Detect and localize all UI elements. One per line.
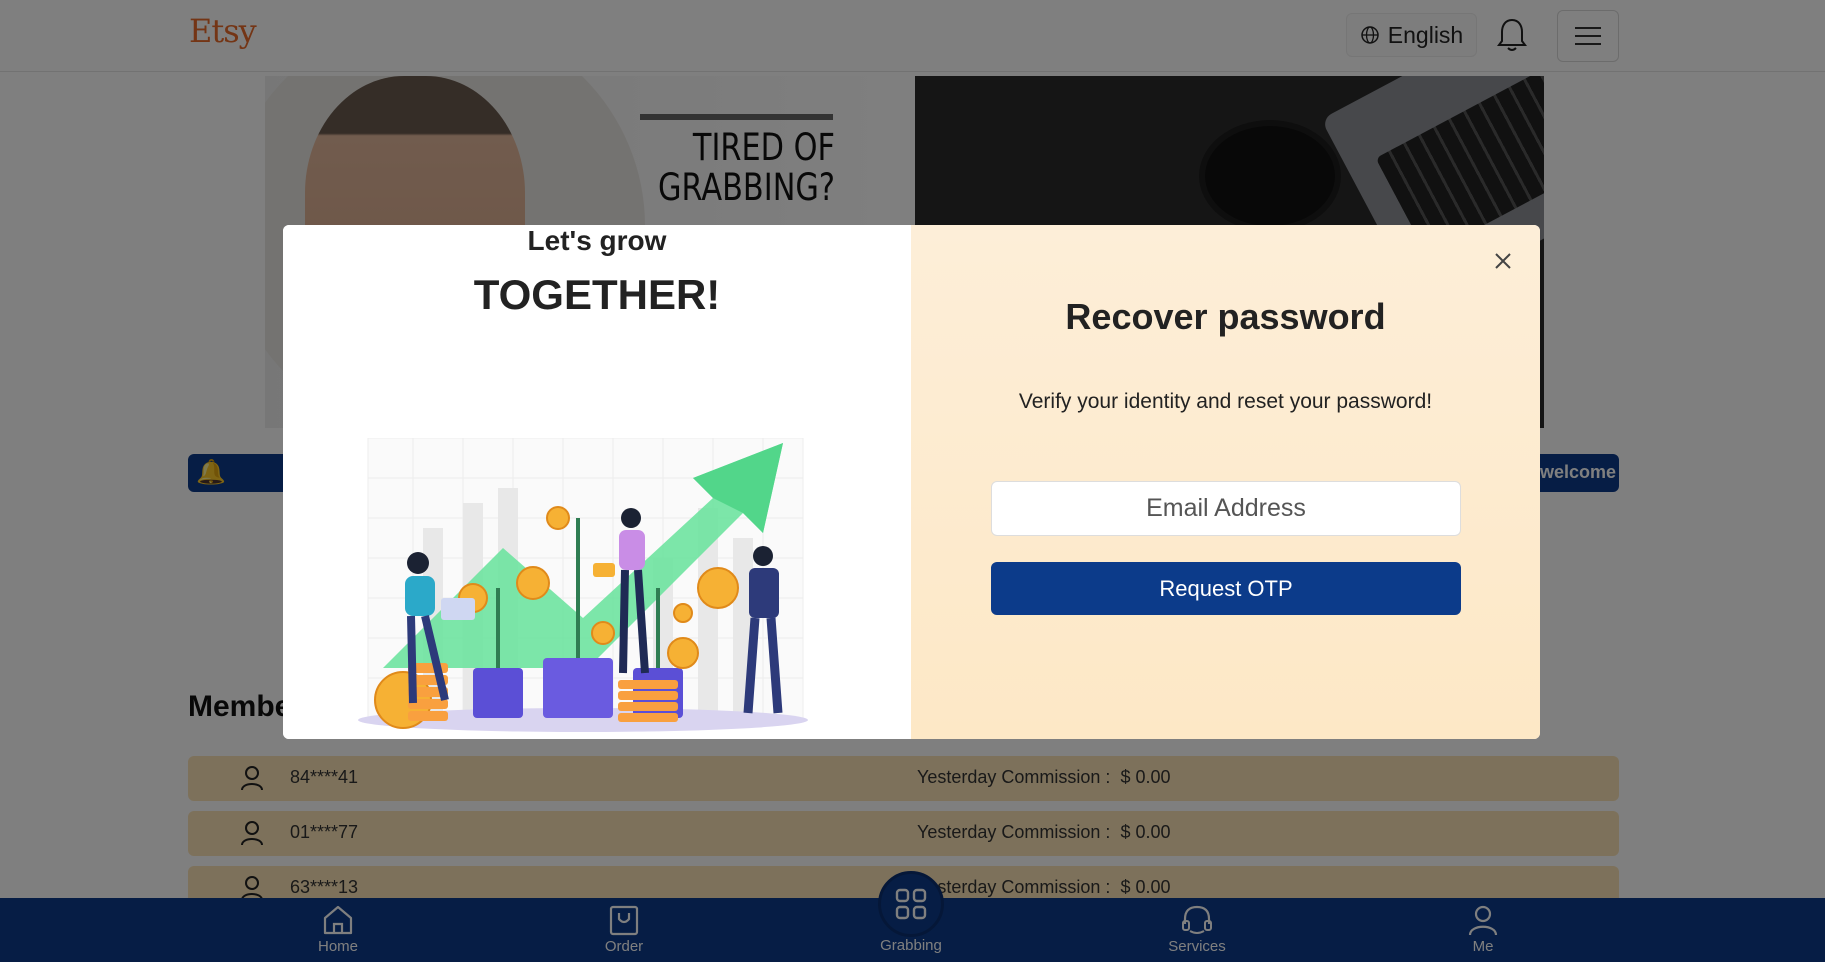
close-icon — [1495, 253, 1511, 269]
growth-illustration — [358, 438, 808, 732]
email-field[interactable] — [991, 481, 1461, 536]
request-otp-button[interactable]: Request OTP — [991, 562, 1461, 615]
close-button[interactable] — [1488, 246, 1518, 276]
promo-line-1: Let's grow — [527, 225, 667, 256]
modal-title: Recover password — [1065, 296, 1386, 337]
recover-password-modal: Let's grow TOGETHER! Recover password Ve… — [283, 225, 1540, 739]
recover-password-panel: Recover password Verify your identity an… — [911, 225, 1540, 739]
modal-subtitle: Verify your identity and reset your pass… — [1018, 390, 1433, 413]
modal-promo-panel: Let's grow TOGETHER! — [283, 225, 911, 739]
promo-line-2: TOGETHER! — [473, 271, 721, 318]
